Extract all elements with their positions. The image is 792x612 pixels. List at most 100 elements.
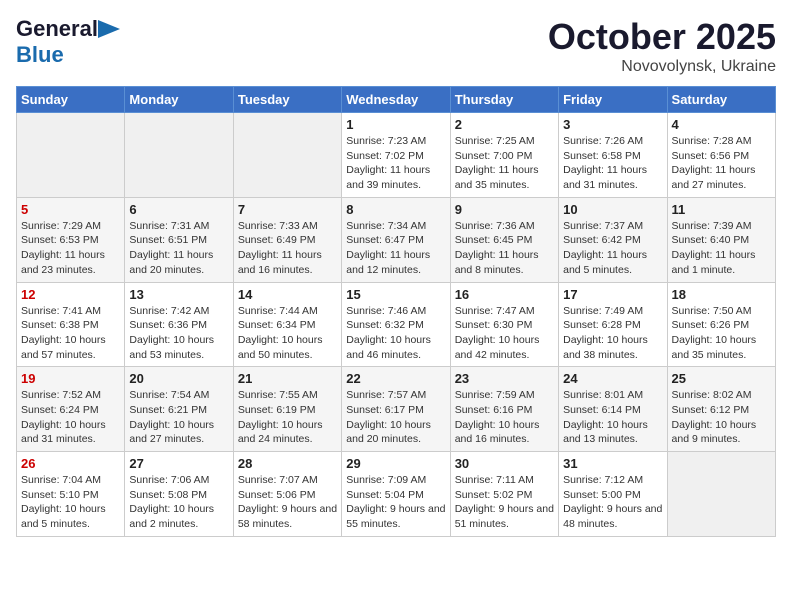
weekday-header-saturday: Saturday: [667, 87, 775, 113]
day-info: Sunrise: 7:11 AMSunset: 5:02 PMDaylight:…: [455, 473, 554, 532]
day-info: Sunrise: 7:29 AMSunset: 6:53 PMDaylight:…: [21, 219, 120, 278]
day-info: Sunrise: 7:47 AMSunset: 6:30 PMDaylight:…: [455, 304, 554, 363]
day-number: 1: [346, 117, 445, 132]
day-info: Sunrise: 7:59 AMSunset: 6:16 PMDaylight:…: [455, 388, 554, 447]
calendar-cell: 20Sunrise: 7:54 AMSunset: 6:21 PMDayligh…: [125, 367, 233, 452]
day-number: 13: [129, 287, 228, 302]
calendar-week-row: 12 Sunrise: 7:41 AMSunset: 6:38 PMDayligh…: [17, 282, 776, 367]
day-number: 8: [346, 202, 445, 217]
calendar-cell: 7Sunrise: 7:33 AMSunset: 6:49 PMDaylight…: [233, 197, 341, 282]
day-number: 20: [129, 371, 228, 386]
calendar-cell: 6 Sunrise: 7:31 AMSunset: 6:51 PMDaylight…: [125, 197, 233, 282]
day-info: Sunrise: 7:34 AMSunset: 6:47 PMDaylight:…: [346, 219, 445, 278]
day-number: 2: [455, 117, 554, 132]
weekday-header-monday: Monday: [125, 87, 233, 113]
day-info: Sunrise: 7:07 AMSunset: 5:06 PMDaylight:…: [238, 473, 337, 532]
calendar-cell: 5 Sunrise: 7:29 AMSunset: 6:53 PMDaylight…: [17, 197, 125, 282]
day-info: Sunrise: 8:01 AMSunset: 6:14 PMDaylight:…: [563, 388, 662, 447]
day-info: Sunrise: 7:37 AMSunset: 6:42 PMDaylight:…: [563, 219, 662, 278]
day-number: 31: [563, 456, 662, 471]
calendar-cell: 29 Sunrise: 7:09 AMSunset: 5:04 PMDayligh…: [342, 452, 450, 537]
day-number: 21: [238, 371, 337, 386]
calendar-cell: 11 Sunrise: 7:39 AMSunset: 6:40 PMDayligh…: [667, 197, 775, 282]
calendar-week-row: 5 Sunrise: 7:29 AMSunset: 6:53 PMDaylight…: [17, 197, 776, 282]
page-header: General Blue October 2025 Novovolynsk, U…: [16, 16, 776, 76]
calendar-cell: [125, 113, 233, 198]
day-number: 12: [21, 287, 120, 302]
logo: General Blue: [16, 16, 120, 68]
day-number: 5: [21, 202, 120, 217]
day-info: Sunrise: 7:55 AMSunset: 6:19 PMDaylight:…: [238, 388, 337, 447]
day-info: Sunrise: 7:09 AMSunset: 5:04 PMDaylight:…: [346, 473, 445, 532]
calendar-week-row: 1 Sunrise: 7:23 AMSunset: 7:02 PMDaylight…: [17, 113, 776, 198]
day-number: 22: [346, 371, 445, 386]
day-info: Sunrise: 7:57 AMSunset: 6:17 PMDaylight:…: [346, 388, 445, 447]
day-info: Sunrise: 7:46 AMSunset: 6:32 PMDaylight:…: [346, 304, 445, 363]
calendar-cell: 22 Sunrise: 7:57 AMSunset: 6:17 PMDayligh…: [342, 367, 450, 452]
calendar-cell: 14Sunrise: 7:44 AMSunset: 6:34 PMDayligh…: [233, 282, 341, 367]
day-info: Sunrise: 7:06 AMSunset: 5:08 PMDaylight:…: [129, 473, 228, 532]
day-number: 10: [563, 202, 662, 217]
day-number: 30: [455, 456, 554, 471]
weekday-header-wednesday: Wednesday: [342, 87, 450, 113]
day-number: 24: [563, 371, 662, 386]
title-area: October 2025 Novovolynsk, Ukraine: [548, 16, 776, 76]
calendar-cell: 1 Sunrise: 7:23 AMSunset: 7:02 PMDaylight…: [342, 113, 450, 198]
day-number: 9: [455, 202, 554, 217]
calendar-cell: 25Sunrise: 8:02 AMSunset: 6:12 PMDayligh…: [667, 367, 775, 452]
calendar-cell: 17 Sunrise: 7:49 AMSunset: 6:28 PMDayligh…: [559, 282, 667, 367]
calendar-cell: 27Sunrise: 7:06 AMSunset: 5:08 PMDayligh…: [125, 452, 233, 537]
logo-arrow-icon: [98, 20, 120, 38]
day-info: Sunrise: 7:33 AMSunset: 6:49 PMDaylight:…: [238, 219, 337, 278]
calendar-cell: 2 Sunrise: 7:25 AMSunset: 7:00 PMDaylight…: [450, 113, 558, 198]
calendar-cell: [17, 113, 125, 198]
day-info: Sunrise: 7:23 AMSunset: 7:02 PMDaylight:…: [346, 134, 445, 193]
day-number: 26: [21, 456, 120, 471]
calendar-cell: 23Sunrise: 7:59 AMSunset: 6:16 PMDayligh…: [450, 367, 558, 452]
day-info: Sunrise: 7:39 AMSunset: 6:40 PMDaylight:…: [672, 219, 771, 278]
day-info: Sunrise: 7:25 AMSunset: 7:00 PMDaylight:…: [455, 134, 554, 193]
calendar-cell: 28Sunrise: 7:07 AMSunset: 5:06 PMDayligh…: [233, 452, 341, 537]
day-number: 14: [238, 287, 337, 302]
day-number: 6: [129, 202, 228, 217]
calendar-cell: 21 Sunrise: 7:55 AMSunset: 6:19 PMDayligh…: [233, 367, 341, 452]
day-info: Sunrise: 7:41 AMSunset: 6:38 PMDaylight:…: [21, 304, 120, 363]
day-info: Sunrise: 7:52 AMSunset: 6:24 PMDaylight:…: [21, 388, 120, 447]
calendar-cell: [667, 452, 775, 537]
calendar-cell: 24 Sunrise: 8:01 AMSunset: 6:14 PMDayligh…: [559, 367, 667, 452]
day-number: 15: [346, 287, 445, 302]
calendar-cell: 19 Sunrise: 7:52 AMSunset: 6:24 PMDayligh…: [17, 367, 125, 452]
day-info: Sunrise: 7:31 AMSunset: 6:51 PMDaylight:…: [129, 219, 228, 278]
day-info: Sunrise: 7:12 AMSunset: 5:00 PMDaylight:…: [563, 473, 662, 532]
day-number: 29: [346, 456, 445, 471]
day-info: Sunrise: 7:36 AMSunset: 6:45 PMDaylight:…: [455, 219, 554, 278]
weekday-header-friday: Friday: [559, 87, 667, 113]
day-info: Sunrise: 7:28 AMSunset: 6:56 PMDaylight:…: [672, 134, 771, 193]
logo-text-blue: Blue: [16, 42, 64, 68]
calendar-cell: 10 Sunrise: 7:37 AMSunset: 6:42 PMDayligh…: [559, 197, 667, 282]
calendar-cell: 30 Sunrise: 7:11 AMSunset: 5:02 PMDayligh…: [450, 452, 558, 537]
day-number: 17: [563, 287, 662, 302]
day-number: 25: [672, 371, 771, 386]
day-info: Sunrise: 7:26 AMSunset: 6:58 PMDaylight:…: [563, 134, 662, 193]
weekday-header-tuesday: Tuesday: [233, 87, 341, 113]
day-number: 4: [672, 117, 771, 132]
day-number: 19: [21, 371, 120, 386]
calendar-cell: 3 Sunrise: 7:26 AMSunset: 6:58 PMDaylight…: [559, 113, 667, 198]
day-info: Sunrise: 7:49 AMSunset: 6:28 PMDaylight:…: [563, 304, 662, 363]
day-number: 11: [672, 202, 771, 217]
day-number: 18: [672, 287, 771, 302]
calendar-table: SundayMondayTuesdayWednesdayThursdayFrid…: [16, 86, 776, 537]
calendar-cell: [233, 113, 341, 198]
calendar-cell: 12 Sunrise: 7:41 AMSunset: 6:38 PMDayligh…: [17, 282, 125, 367]
calendar-cell: 4 Sunrise: 7:28 AMSunset: 6:56 PMDaylight…: [667, 113, 775, 198]
calendar-cell: 9 Sunrise: 7:36 AMSunset: 6:45 PMDaylight…: [450, 197, 558, 282]
calendar-cell: 31 Sunrise: 7:12 AMSunset: 5:00 PMDayligh…: [559, 452, 667, 537]
day-info: Sunrise: 7:42 AMSunset: 6:36 PMDaylight:…: [129, 304, 228, 363]
day-number: 3: [563, 117, 662, 132]
calendar-cell: 13 Sunrise: 7:42 AMSunset: 6:36 PMDayligh…: [125, 282, 233, 367]
month-title: October 2025: [548, 16, 776, 58]
weekday-header-thursday: Thursday: [450, 87, 558, 113]
day-info: Sunrise: 7:04 AMSunset: 5:10 PMDaylight:…: [21, 473, 120, 532]
calendar-cell: 8 Sunrise: 7:34 AMSunset: 6:47 PMDaylight…: [342, 197, 450, 282]
